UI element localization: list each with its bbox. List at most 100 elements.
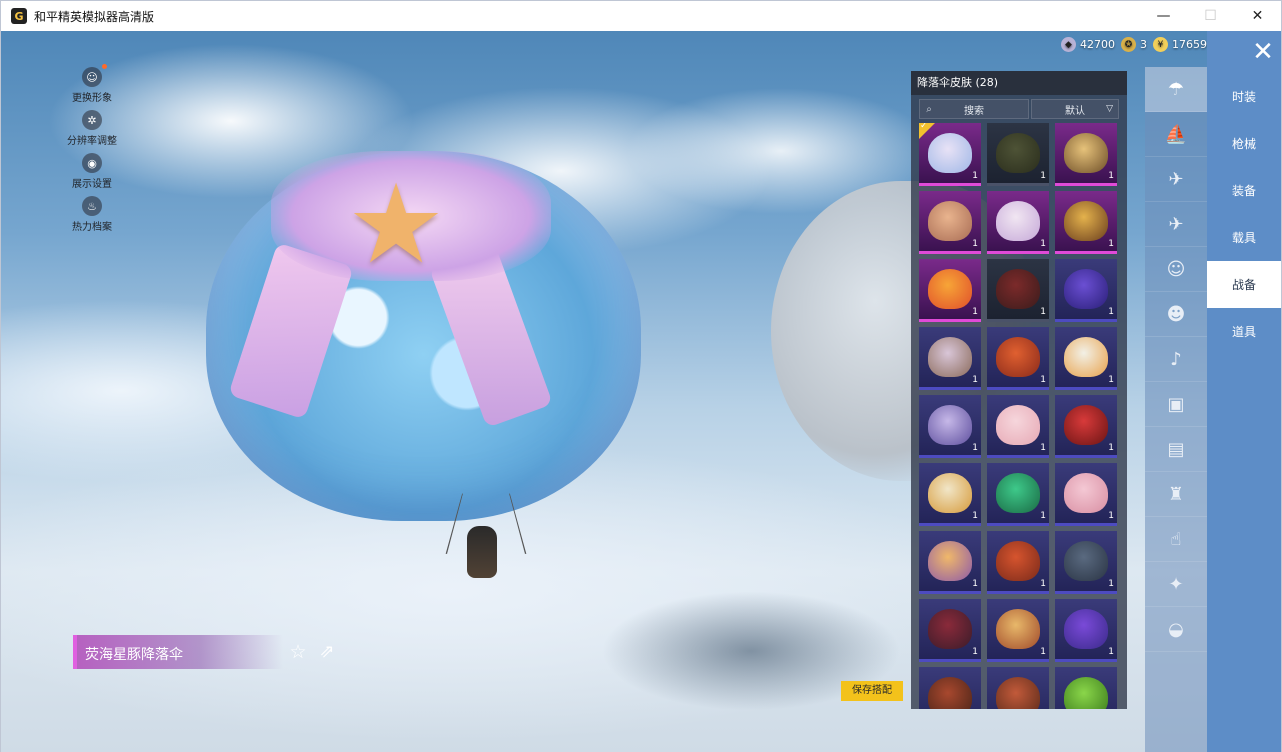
starfish-ornament: ★ <box>346 160 446 288</box>
skin-item[interactable]: 1 <box>919 667 981 709</box>
tab-0[interactable]: 时装 <box>1207 73 1281 120</box>
parachute-thumbnail <box>996 677 1040 709</box>
parachute-thumbnail <box>928 609 972 649</box>
currency-bar: ◆ 42700 ✪ 3 ¥ 17659 <box>1061 37 1207 52</box>
skin-item[interactable]: 1 <box>1055 463 1117 526</box>
minimize-button[interactable]: — <box>1140 1 1187 31</box>
skin-count: 1 <box>972 375 978 385</box>
skin-item[interactable]: 1 <box>1055 327 1117 390</box>
skin-item[interactable]: 1 <box>987 327 1049 390</box>
speaker-icon[interactable]: ♪ <box>1145 337 1207 382</box>
pet-icon[interactable]: ☻ <box>1145 292 1207 337</box>
parachute-thumbnail <box>1064 269 1108 309</box>
skin-count: 1 <box>1040 171 1046 181</box>
currency-silver: ◆ 42700 <box>1061 37 1115 52</box>
maximize-button[interactable]: ☐ <box>1187 1 1234 31</box>
skin-count: 1 <box>972 239 978 249</box>
parachute-thumbnail <box>928 337 972 377</box>
parachute-thumbnail <box>1064 337 1108 377</box>
left-menu-label: 更换形象 <box>72 93 112 104</box>
parachute-icon[interactable]: ☂ <box>1145 67 1207 112</box>
skin-item[interactable]: 1 <box>987 395 1049 458</box>
skin-count: 1 <box>1108 307 1114 317</box>
skin-item[interactable]: 1 <box>1055 259 1117 322</box>
share-icon[interactable]: ⇗ <box>316 641 338 663</box>
parachute-thumbnail <box>996 473 1040 513</box>
silver-coin-icon: ◆ <box>1061 37 1076 52</box>
skin-item[interactable]: 1 <box>987 667 1049 709</box>
skin-item[interactable]: 1 <box>987 123 1049 186</box>
skin-count: 1 <box>1040 443 1046 453</box>
skin-item[interactable]: 1 <box>919 599 981 662</box>
parachute-thumbnail <box>928 541 972 581</box>
skin-item[interactable]: 1 <box>987 463 1049 526</box>
boat-icon[interactable]: ⛵ <box>1145 112 1207 157</box>
notification-dot <box>102 64 107 69</box>
skin-item[interactable]: 1 <box>919 463 981 526</box>
tab-3[interactable]: 载具 <box>1207 214 1281 261</box>
left-menu-label: 热力档案 <box>72 222 112 233</box>
close-icon[interactable]: ✕ <box>1245 37 1281 67</box>
skin-item[interactable]: 1 <box>919 531 981 594</box>
tab-1[interactable]: 枪械 <box>1207 120 1281 167</box>
skin-count: 1 <box>972 579 978 589</box>
person-icon: ☺ <box>82 64 107 87</box>
skin-item[interactable]: 1 <box>1055 599 1117 662</box>
skin-item[interactable]: 1 <box>987 259 1049 322</box>
skin-item[interactable]: 1 <box>1055 395 1117 458</box>
skin-item[interactable]: 1 <box>1055 191 1117 254</box>
spray-icon[interactable]: ♜ <box>1145 472 1207 517</box>
skin-item[interactable]: 1 <box>1055 531 1117 594</box>
skin-panel: 降落伞皮肤 (28) ⌕ 搜索 默认 ▽ 1 ✓ 1 1 1 1 1 1 1 1 1 1 1 1 1 1 1 1 1… <box>911 71 1127 709</box>
skin-count: 1 <box>1108 647 1114 657</box>
hand-icon[interactable]: ☝ <box>1145 517 1207 562</box>
skin-item[interactable]: 1 <box>919 259 981 322</box>
search-icon: ⌕ <box>926 103 932 115</box>
emote-icon[interactable]: ☺ <box>1145 247 1207 292</box>
app-window: G 和平精英模拟器高清版 — ☐ ✕ ☺ 更换形象 ✲ 分辨率调整 ◉ 展示设置 <box>0 0 1282 752</box>
search-input[interactable]: ⌕ 搜索 <box>919 99 1029 119</box>
skin-item[interactable]: 1 <box>919 327 981 390</box>
save-outfit-button[interactable]: 保存搭配 <box>841 681 903 701</box>
tab-5[interactable]: 道具 <box>1207 308 1281 355</box>
tab-column: ✕ 时装 枪械 装备 载具 战备 道具 <box>1207 31 1281 752</box>
skin-item[interactable]: 1 <box>987 191 1049 254</box>
close-window-button[interactable]: ✕ <box>1234 1 1281 31</box>
gear-icon: ✲ <box>82 110 102 130</box>
skin-item[interactable]: 1 <box>919 395 981 458</box>
currency-value: 17659 <box>1172 38 1207 51</box>
tab-4[interactable]: 战备 <box>1207 261 1281 308</box>
parachute-thumbnail <box>1064 541 1108 581</box>
skin-item[interactable]: 1 ✓ <box>919 123 981 186</box>
skin-count: 1 <box>972 443 978 453</box>
left-menu-heat-archive[interactable]: ♨ 热力档案 <box>59 196 125 233</box>
skin-item[interactable]: 1 <box>987 599 1049 662</box>
parachute-thumbnail <box>1064 201 1108 241</box>
skin-count: 1 <box>1040 239 1046 249</box>
tab-2[interactable]: 装备 <box>1207 167 1281 214</box>
panel-title: 降落伞皮肤 (28) <box>911 71 1127 95</box>
parachute-thumbnail <box>928 677 972 709</box>
sort-dropdown[interactable]: 默认 ▽ <box>1031 99 1119 119</box>
skin-count: 1 <box>1108 239 1114 249</box>
skin-item[interactable]: 1 <box>987 531 1049 594</box>
left-menu-resolution[interactable]: ✲ 分辨率调整 <box>59 110 125 147</box>
sort-value: 默认 <box>1065 105 1085 117</box>
parachute-thumbnail <box>996 201 1040 241</box>
skin-item[interactable]: 1 <box>919 191 981 254</box>
skin-count: 1 <box>972 307 978 317</box>
left-menu-label: 展示设置 <box>72 179 112 190</box>
currency-value: 3 <box>1140 38 1147 51</box>
left-menu-display-settings[interactable]: ◉ 展示设置 <box>59 153 125 190</box>
skin-item[interactable]: 1 <box>1055 667 1117 709</box>
skin-item[interactable]: 1 <box>1055 123 1117 186</box>
dish-icon[interactable]: ◒ <box>1145 607 1207 652</box>
plane-trail-icon[interactable]: ✈ <box>1145 157 1207 202</box>
currency-value: 42700 <box>1080 38 1115 51</box>
chat-icon[interactable]: ▣ <box>1145 382 1207 427</box>
photo-icon[interactable]: ▤ <box>1145 427 1207 472</box>
favorite-star-icon[interactable]: ☆ <box>288 642 308 662</box>
plane-icon[interactable]: ✈ <box>1145 202 1207 247</box>
left-menu-change-avatar[interactable]: ☺ 更换形象 <box>59 64 125 104</box>
sparkle-icon[interactable]: ✦ <box>1145 562 1207 607</box>
